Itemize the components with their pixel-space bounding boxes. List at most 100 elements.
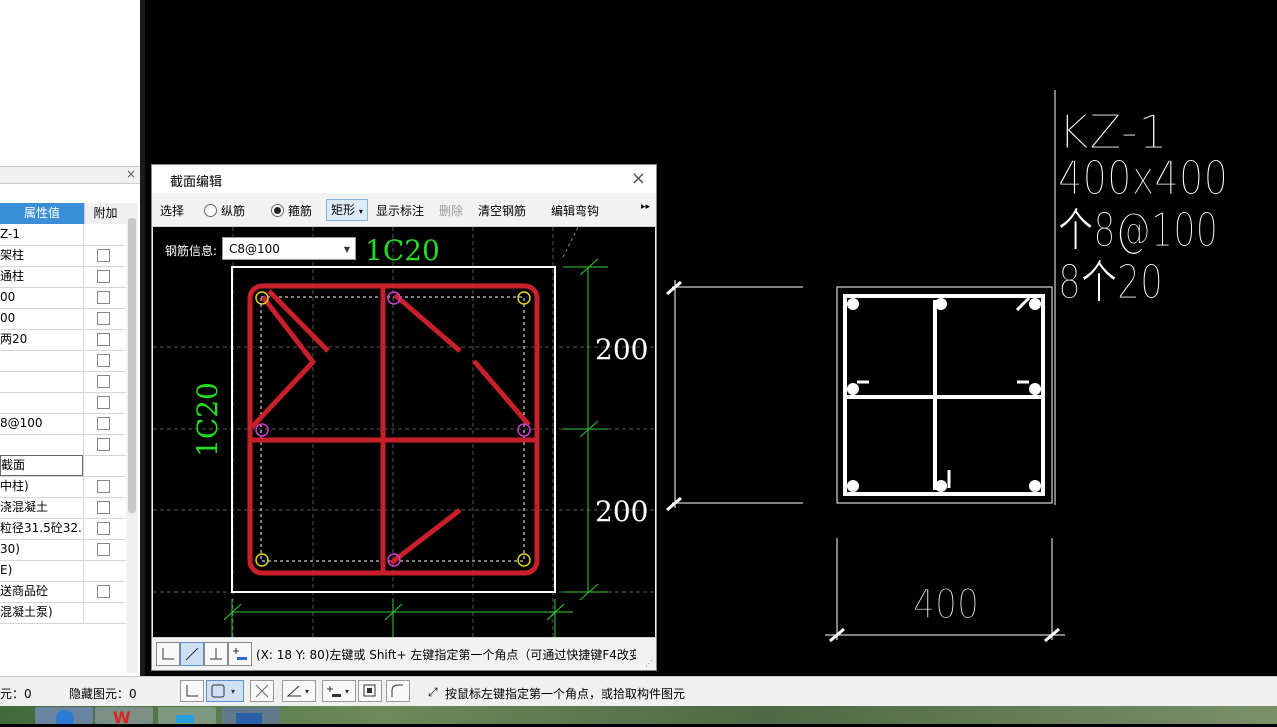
status-bar: 元：0 隐藏图元：0 ▾ ▾ ▾ ⤢ 按鼠标左键指定第一个角点，或拾取构件图元	[0, 676, 1277, 707]
dialog-title: 截面编辑	[170, 175, 223, 190]
extra-checkbox[interactable]	[97, 480, 110, 493]
property-row[interactable]: 8@100	[0, 413, 125, 435]
arc-icon[interactable]	[386, 680, 410, 702]
property-row[interactable]: 粒径31.5砼32....	[0, 518, 125, 540]
clear-rebar-button[interactable]: 清空钢筋	[478, 202, 526, 219]
section-canvas[interactable]: 1C20 1C20 200 200 钢筋信息: C8@100 ▼	[153, 227, 655, 637]
hidden-count: 隐藏图元：0	[69, 687, 137, 701]
extra-checkbox[interactable]	[97, 438, 110, 451]
edit-hook-button[interactable]: 编辑弯钩	[551, 202, 599, 219]
resize-grip-icon[interactable]: ⋰	[645, 659, 653, 668]
dialog-toolbar: 选择 纵筋 箍筋 矩形 ▾ 显示标注 删除 清空钢筋 编辑弯钩 ▸▸	[152, 194, 656, 227]
ortho-icon[interactable]	[180, 680, 204, 702]
property-value	[0, 392, 83, 413]
property-row[interactable]	[0, 350, 125, 372]
dim-bottom-label: 200	[595, 495, 648, 528]
close-icon[interactable]: ×	[126, 167, 136, 181]
extra-checkbox[interactable]	[97, 396, 110, 409]
cad-main-rebar: 8个20	[1058, 255, 1163, 309]
column-divider	[83, 413, 84, 434]
property-row[interactable]: 00	[0, 308, 125, 330]
cad-size: 400x400	[1058, 151, 1228, 205]
taskbar-app-chat[interactable]	[158, 707, 216, 724]
extra-checkbox[interactable]	[97, 375, 110, 388]
column-divider	[83, 287, 84, 308]
cross-icon[interactable]	[250, 680, 274, 702]
taskbar-app-browser[interactable]	[35, 707, 93, 727]
extra-checkbox[interactable]	[97, 585, 110, 598]
rebar-info-select[interactable]: C8@100 ▼	[222, 237, 356, 260]
property-value: 30)	[0, 542, 20, 556]
longitudinal-radio[interactable]: 纵筋	[204, 202, 245, 219]
column-divider	[83, 560, 84, 581]
column-divider	[83, 476, 84, 497]
extra-checkbox[interactable]	[97, 543, 110, 556]
select-button[interactable]: 选择	[160, 202, 184, 219]
extra-checkbox[interactable]	[97, 333, 110, 346]
top-rebar-label: 1C20	[365, 234, 440, 267]
delete-button[interactable]: 删除	[439, 202, 463, 219]
extra-checkbox[interactable]	[97, 522, 110, 535]
element-count: 元：0	[0, 687, 32, 701]
offset-dropdown[interactable]: ▾	[322, 680, 356, 702]
scrollbar-thumb[interactable]	[128, 218, 136, 513]
show-dims-button[interactable]: 显示标注	[376, 202, 424, 219]
close-icon[interactable]: ×	[631, 168, 646, 189]
angle-dropdown[interactable]: ▾	[282, 680, 316, 702]
stirrup-radio[interactable]: 箍筋	[271, 202, 312, 219]
taskbar-app-glodon[interactable]	[222, 707, 280, 724]
property-row[interactable]: 混凝土泵)	[0, 602, 125, 624]
property-row[interactable]: 中柱)	[0, 476, 125, 498]
property-row[interactable]: 两20	[0, 329, 125, 351]
property-row[interactable]	[0, 392, 125, 414]
taskbar: W	[0, 706, 1277, 727]
property-row[interactable]	[0, 371, 125, 393]
property-row[interactable]: 00	[0, 287, 125, 309]
caret-down-icon: ▼	[343, 245, 350, 254]
property-value: 浇混凝土	[0, 500, 49, 514]
offset-icon[interactable]	[228, 642, 252, 666]
section-edit-dialog: 截面编辑 × 选择 纵筋 箍筋 矩形 ▾ 显示标注 删除 清空钢筋 编辑弯钩 ▸…	[151, 164, 657, 671]
property-row[interactable]: E)	[0, 560, 125, 582]
radio-checked-icon	[271, 204, 284, 217]
property-row[interactable]: 浇混凝土	[0, 497, 125, 519]
dialog-statusbar: (X: 18 Y: 80)左键或 Shift+ 左键指定第一个角点（可通过快捷键…	[152, 637, 656, 670]
more-icon[interactable]: ▸▸	[641, 202, 650, 212]
extra-checkbox[interactable]	[97, 417, 110, 430]
ortho-icon[interactable]	[156, 642, 180, 666]
extra-checkbox[interactable]	[97, 501, 110, 514]
line-icon[interactable]	[180, 642, 204, 666]
property-row[interactable]: 30)	[0, 539, 125, 561]
property-row[interactable]: 通柱	[0, 266, 125, 288]
property-row[interactable]: 送商品砼	[0, 581, 125, 603]
longitudinal-label: 纵筋	[221, 204, 246, 218]
extra-checkbox[interactable]	[97, 249, 110, 262]
column-divider	[83, 602, 84, 623]
column-divider	[83, 392, 84, 413]
extra-checkbox[interactable]	[97, 270, 110, 283]
property-row[interactable]: Z-1	[0, 224, 125, 246]
shape-dropdown[interactable]: 矩形 ▾	[326, 199, 368, 221]
taskbar-app-wps[interactable]: W	[95, 707, 153, 727]
dialog-titlebar[interactable]: 截面编辑 ×	[152, 165, 656, 193]
extra-checkbox[interactable]	[97, 354, 110, 367]
rect-select-dropdown[interactable]: ▾	[206, 680, 244, 702]
property-value: 两20	[0, 332, 28, 346]
column-divider	[83, 581, 84, 602]
side-rebar-label: 1C20	[191, 382, 224, 457]
extra-checkbox[interactable]	[97, 291, 110, 304]
column-divider	[83, 224, 84, 245]
stirrup-label: 箍筋	[288, 204, 313, 218]
property-value: 00	[0, 311, 16, 325]
column-divider	[83, 329, 84, 350]
property-row[interactable]: 截面	[0, 455, 125, 477]
property-row[interactable]	[0, 434, 125, 456]
property-value: 截面	[0, 455, 83, 476]
property-row[interactable]: 架柱	[0, 245, 125, 267]
snapshot-icon[interactable]	[358, 680, 382, 702]
extra-checkbox[interactable]	[97, 312, 110, 325]
column-divider	[83, 266, 84, 287]
perpendicular-icon[interactable]	[204, 642, 228, 666]
status-hint: 按鼠标左键指定第一个角点，或拾取构件图元	[445, 687, 686, 701]
component-tree-area[interactable]	[0, 0, 141, 165]
